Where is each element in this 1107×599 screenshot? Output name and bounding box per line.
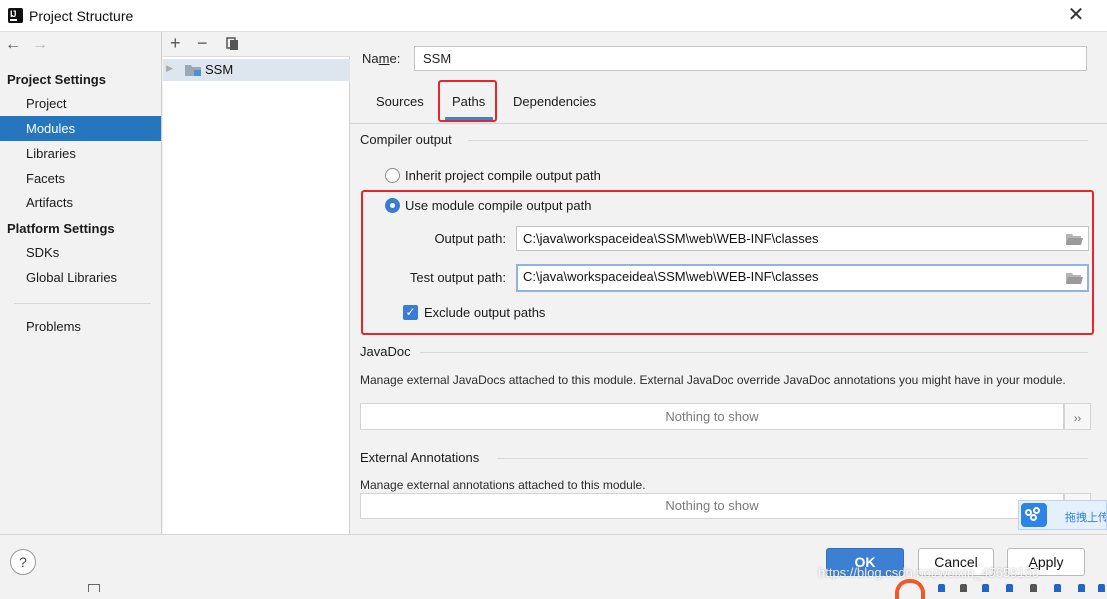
test-output-path-label: Test output path: [409,270,506,285]
inherit-output-label[interactable]: Inherit project compile output path [405,168,601,183]
compiler-output-title: Compiler output [360,132,452,147]
javadoc-separator [420,352,1088,353]
output-path-input[interactable]: C:\java\workspaceidea\SSM\web\WEB-INF\cl… [516,226,1089,251]
module-folder-icon [185,65,201,76]
nav-item-artifacts[interactable]: Artifacts [0,190,161,215]
back-arrow-icon[interactable]: ← [5,36,21,54]
nav-item-project[interactable]: Project [0,91,161,116]
external-annotations-separator [497,458,1088,459]
tab-dependencies[interactable]: Dependencies [513,94,596,109]
inherit-output-radio[interactable] [385,168,400,183]
name-label: Name: [362,51,401,66]
module-name-input[interactable]: SSM [414,46,1087,71]
javadoc-more-button[interactable]: ›› [1064,403,1091,430]
tree-toolbar [163,32,350,57]
nav-item-libraries[interactable]: Libraries [0,141,161,166]
nav-item-global-libraries[interactable]: Global Libraries [0,265,161,290]
tab-sources[interactable]: Sources [376,94,424,109]
nav-item-facets[interactable]: Facets [0,166,161,191]
blog-watermark: https://blog.csdn.net/weixin_45659150 [818,565,1040,580]
nav-item-problems[interactable]: Problems [0,314,161,339]
javadoc-title: JavaDoc [360,344,411,359]
baidu-cloud-icon[interactable] [1021,503,1047,527]
csdn-logo-icon [895,579,925,599]
paths-tab-highlight-box [438,80,497,122]
module-name-label[interactable]: SSM [205,62,233,77]
test-output-path-input[interactable]: C:\java\workspaceidea\SSM\web\WEB-INF\cl… [516,264,1089,292]
close-window-button[interactable]: ✕ [1064,4,1088,28]
browse-folder-icon[interactable] [1066,272,1083,284]
external-annotations-description: Manage external annotations attached to … [360,478,646,492]
system-tray-icons [930,584,1107,592]
browse-folder-icon[interactable] [1066,233,1083,245]
title-bar [0,0,1107,32]
forward-arrow-icon[interactable]: → [32,36,48,54]
exclude-output-checkbox[interactable]: ✓ [403,305,418,320]
copy-icon[interactable] [226,37,239,51]
window-title: Project Structure [29,8,134,24]
help-button[interactable]: ? [10,549,36,575]
taskbar-icon [88,584,100,592]
javadoc-list[interactable]: Nothing to show [360,403,1064,430]
external-annotations-title: External Annotations [360,450,480,465]
upload-widget-label[interactable]: 拖拽上传 [1065,509,1106,525]
nav-divider [14,303,151,304]
use-module-output-radio[interactable] [385,198,400,213]
exclude-output-label[interactable]: Exclude output paths [424,305,545,320]
add-icon[interactable]: + [170,33,181,54]
tabs-divider [350,123,1107,124]
output-path-label: Output path: [434,231,506,246]
project-settings-header: Project Settings [7,72,106,87]
javadoc-description: Manage external JavaDocs attached to thi… [360,373,1066,387]
intellij-logo-icon: IJ [8,8,23,23]
nav-item-modules[interactable]: Modules [0,116,161,141]
remove-icon[interactable]: − [197,33,208,54]
module-tree-panel [163,32,350,534]
nav-item-sdks[interactable]: SDKs [0,240,161,265]
use-module-output-label[interactable]: Use module compile output path [405,198,591,213]
platform-settings-header: Platform Settings [7,221,115,236]
external-annotations-list[interactable]: Nothing to show [360,493,1064,519]
expand-arrow-icon[interactable]: ▶ [166,63,173,74]
compiler-output-separator [468,140,1088,141]
